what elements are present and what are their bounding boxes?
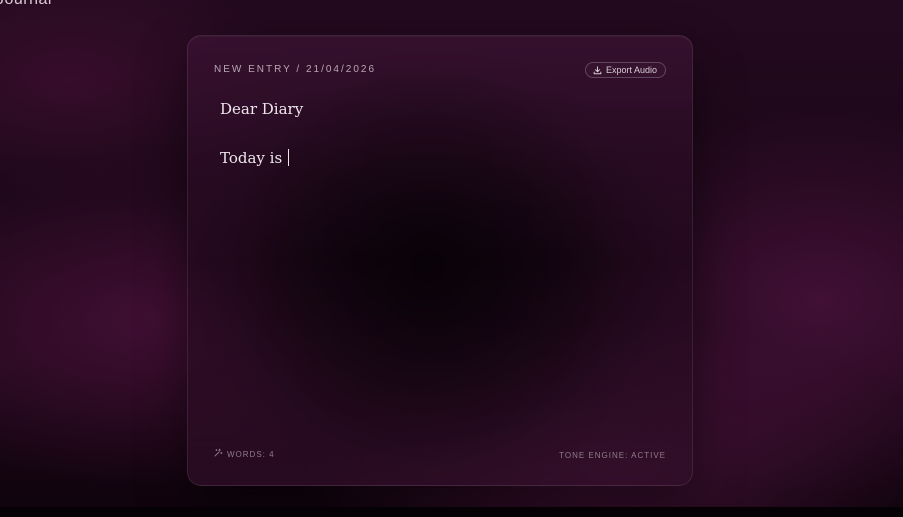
- export-audio-button[interactable]: Export Audio: [584, 62, 666, 78]
- tone-engine-status: TONE ENGINE: ACTIVE: [559, 451, 666, 460]
- sparkle-icon: [213, 448, 223, 460]
- journal-entry-card: NEW ENTRY / 21/04/2026 Export Audio Dear…: [187, 35, 693, 486]
- entry-header: NEW ENTRY / 21/04/2026: [214, 64, 377, 75]
- download-icon: [593, 65, 602, 75]
- entry-editor[interactable]: Dear Diary Today is: [220, 98, 660, 169]
- editor-line-1: Dear Diary: [220, 100, 304, 118]
- app-background: Journal NEW ENTRY / 21/04/2026 Export Au…: [0, 0, 903, 517]
- editor-line-2-text: Today is: [220, 149, 287, 167]
- word-count: WORDS: 4: [213, 448, 275, 460]
- app-title: Journal: [0, 0, 52, 9]
- text-caret: [287, 149, 289, 166]
- editor-line-2: Today is: [220, 147, 660, 169]
- word-count-label: WORDS: 4: [227, 449, 275, 459]
- export-audio-label: Export Audio: [605, 65, 657, 75]
